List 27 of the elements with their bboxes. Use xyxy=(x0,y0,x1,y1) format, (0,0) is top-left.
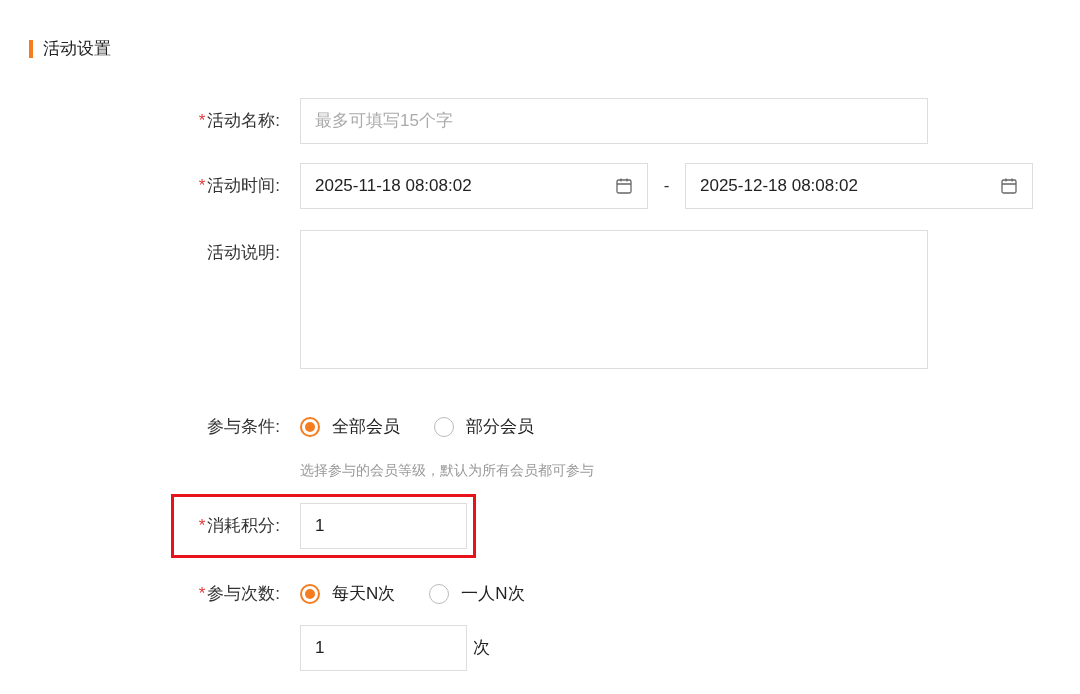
field-label: 活动时间: xyxy=(207,174,280,197)
field-label: 参与条件: xyxy=(207,415,280,438)
date-input[interactable]: 2025-12-18 08:08:02 xyxy=(685,162,1033,209)
calendar-icon xyxy=(1000,176,1018,195)
required-mark: * xyxy=(198,514,206,537)
field-label: 参与次数: xyxy=(207,582,280,605)
required-mark: * xyxy=(198,109,206,132)
calendar-icon xyxy=(615,176,633,195)
number-input[interactable]: 1 xyxy=(300,624,467,671)
field-label: 消耗积分: xyxy=(207,514,280,537)
number-input[interactable]: 1 xyxy=(300,502,467,549)
section-accent-bar xyxy=(29,39,33,58)
unit-label: 次 xyxy=(473,636,490,659)
text-input[interactable]: 最多可填写15个字 xyxy=(300,97,928,144)
radio-option[interactable]: 部分会员 xyxy=(434,413,534,440)
radio-option[interactable]: 每天N次 xyxy=(300,580,396,607)
radio-option[interactable]: 全部会员 xyxy=(300,413,400,440)
required-mark: * xyxy=(198,582,206,605)
required-mark: * xyxy=(198,174,206,197)
date-input[interactable]: 2025-11-18 08:08:02 xyxy=(300,162,648,209)
range-separator: - xyxy=(662,174,671,197)
field-label: 活动名称: xyxy=(207,109,280,132)
description-textarea[interactable] xyxy=(300,229,928,369)
field-label: 活动说明: xyxy=(207,241,280,264)
section-title: 活动设置 xyxy=(43,38,111,60)
radio-option[interactable]: 一人N次 xyxy=(429,580,525,607)
hint-text: 选择参与的会员等级，默认为所有会员都可参与 xyxy=(300,460,594,480)
